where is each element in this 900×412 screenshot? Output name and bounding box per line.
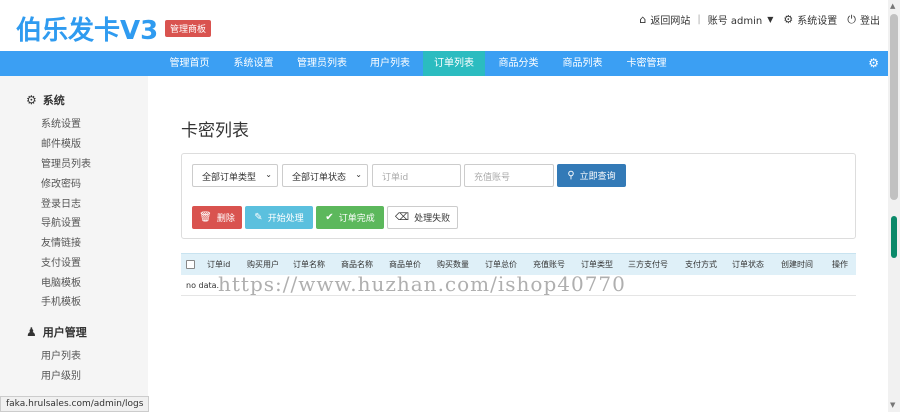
order-type-select[interactable]: 全部订单类型 ⌄	[192, 164, 278, 187]
column-header[interactable]: 创建时间	[781, 254, 813, 276]
column-header[interactable]: 操作	[832, 254, 848, 276]
nav-item-admin-list[interactable]: 管理员列表	[290, 51, 354, 76]
nav-item-order-list[interactable]: 订单列表	[423, 51, 485, 76]
nav-item-user-list[interactable]: 用户列表	[364, 51, 416, 76]
sidebar-item-user-level[interactable]: 用户级别	[41, 367, 81, 382]
pencil-icon: ✎	[254, 212, 263, 223]
sidebar: ⚙ 系统 系统设置 邮件模版 管理员列表 修改密码 登录日志 导航设置 友情链接…	[0, 76, 148, 412]
sidebar-item-login-log[interactable]: 登录日志	[41, 195, 81, 210]
sidebar-item-user-list[interactable]: 用户列表	[41, 347, 81, 362]
sidebar-item-mobile-template[interactable]: 手机模板	[41, 293, 81, 308]
order-id-input[interactable]: 订单id	[372, 164, 461, 187]
top-right-links: ⌂ 返回网站 | 账号 admin ▼ ⚙ 系统设置 ⏻ 登出	[639, 12, 880, 28]
nav-item-card-manage[interactable]: 卡密管理	[619, 51, 674, 76]
check-icon: ✔	[325, 212, 334, 223]
gear-icon: ⚙	[783, 13, 794, 26]
trash-icon: 🗑	[199, 212, 212, 223]
page-scrollbar[interactable]: ▲ ▼	[888, 0, 900, 412]
recharge-account-input[interactable]: 充值账号	[464, 164, 554, 187]
query-button[interactable]: ⚲ 立即查询	[557, 164, 626, 187]
column-header[interactable]: 订单状态	[732, 254, 764, 276]
sidebar-item-pc-template[interactable]: 电脑模板	[41, 274, 81, 289]
search-icon: ⚲	[567, 170, 575, 181]
order-status-select[interactable]: 全部订单状态 ⌄	[282, 164, 368, 187]
filter-panel: 全部订单类型 ⌄ 全部订单状态 ⌄ 订单id 充值账号 ⚲ 立即查询 🗑 删除 …	[181, 153, 856, 239]
start-processing-button[interactable]: ✎ 开始处理	[245, 206, 313, 229]
sidebar-item-friend-links[interactable]: 友情链接	[41, 234, 81, 249]
divider: |	[697, 14, 701, 25]
sidebar-item-admin-list[interactable]: 管理员列表	[41, 155, 91, 170]
scroll-down-arrow-icon[interactable]: ▼	[890, 401, 895, 409]
select-all-checkbox[interactable]	[186, 260, 195, 269]
user-icon: ♟	[26, 325, 37, 339]
sidebar-section-user-manage[interactable]: ♟ 用户管理	[26, 324, 87, 340]
nav-item-system-settings[interactable]: 系统设置	[226, 51, 281, 76]
nav-item-goods-list[interactable]: 商品列表	[555, 51, 610, 76]
account-dropdown[interactable]: 账号 admin ▼	[708, 12, 774, 27]
chevron-down-icon: ⌄	[355, 170, 362, 179]
column-header[interactable]: 三方支付号	[628, 254, 668, 276]
order-complete-button[interactable]: ✔ 订单完成	[316, 206, 384, 229]
system-settings-link[interactable]: ⚙ 系统设置	[783, 12, 837, 27]
status-bar-url: faka.hrulsales.com/admin/logs	[0, 396, 150, 412]
scroll-up-arrow-icon[interactable]: ▲	[890, 2, 895, 10]
gear-icon[interactable]: ⚙	[868, 56, 879, 70]
chevron-down-icon: ⌄	[265, 170, 272, 179]
page-title: 卡密列表	[181, 121, 249, 141]
power-icon: ⏻	[847, 12, 856, 26]
logo[interactable]: 伯乐发卡V3	[16, 10, 158, 47]
sidebar-section-system[interactable]: ⚙ 系统	[26, 92, 65, 108]
logout-link[interactable]: ⏻ 登出	[847, 12, 880, 28]
sidebar-item-mail-template[interactable]: 邮件模版	[41, 135, 81, 150]
sidebar-item-system-settings[interactable]: 系统设置	[41, 115, 81, 130]
nav-item-category[interactable]: 商品分类	[491, 51, 546, 76]
sidebar-item-nav-settings[interactable]: 导航设置	[41, 214, 81, 229]
delete-button[interactable]: 🗑 删除	[192, 206, 242, 229]
admin-badge: 管理商板	[165, 20, 212, 37]
scroll-marker	[891, 216, 897, 258]
home-icon: ⌂	[639, 13, 647, 26]
header: 伯乐发卡V3 管理商板 ⌂ 返回网站 | 账号 admin ▼ ⚙ 系统设置 ⏻…	[0, 0, 888, 51]
gear-icon: ⚙	[26, 93, 37, 107]
sidebar-item-change-password[interactable]: 修改密码	[41, 175, 81, 190]
column-header[interactable]: 支付方式	[685, 254, 717, 276]
main-nav: 管理首页 系统设置 管理员列表 用户列表 订单列表 商品分类 商品列表 卡密管理…	[0, 51, 888, 76]
nav-item-home[interactable]: 管理首页	[162, 51, 217, 76]
sidebar-item-payment-settings[interactable]: 支付设置	[41, 254, 81, 269]
return-site-link[interactable]: ⌂ 返回网站	[639, 12, 690, 27]
watermark-text: https://www.huzhan.com/ishop40770	[218, 272, 626, 296]
caret-down-icon: ▼	[767, 15, 774, 24]
scrollbar-thumb[interactable]	[890, 14, 898, 200]
process-failed-button[interactable]: ⌫ 处理失败	[387, 206, 458, 229]
eraser-icon: ⌫	[394, 212, 410, 223]
